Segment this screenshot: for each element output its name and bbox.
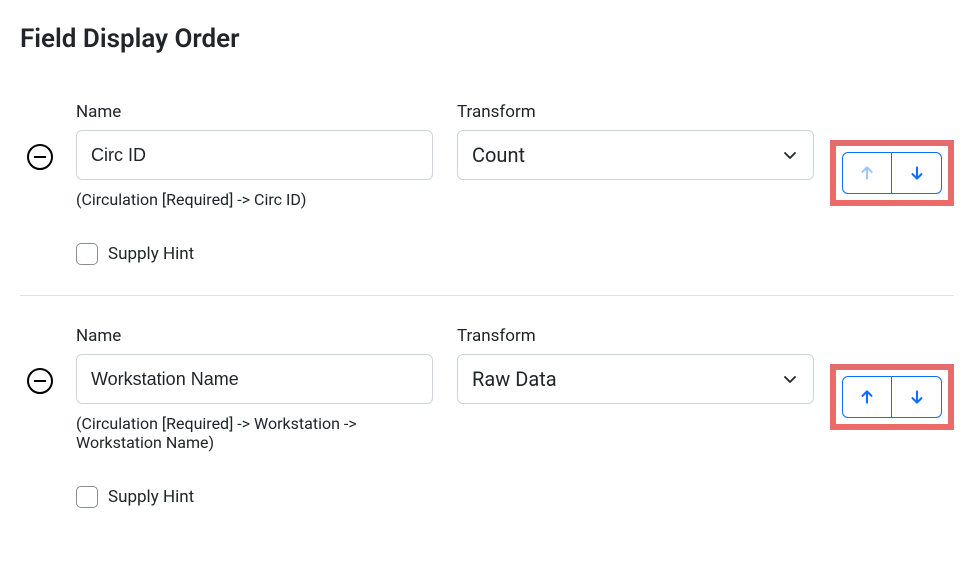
remove-field-button[interactable] [27, 144, 53, 170]
arrow-up-icon [858, 388, 876, 406]
field-row: Name (Circulation [Required] -> Workstat… [20, 295, 954, 538]
field-path: (Circulation [Required] -> Circ ID) [76, 190, 433, 209]
supply-hint-checkbox[interactable] [76, 486, 98, 508]
transform-value: Count [472, 143, 525, 167]
name-input[interactable] [76, 354, 433, 404]
supply-hint-label: Supply Hint [108, 487, 194, 507]
transform-select[interactable]: Raw Data [457, 354, 814, 404]
transform-select[interactable]: Count [457, 130, 814, 180]
remove-field-button[interactable] [27, 368, 53, 394]
name-label: Name [76, 326, 433, 346]
move-up-button[interactable] [842, 152, 892, 194]
arrow-down-icon [908, 388, 926, 406]
transform-value: Raw Data [472, 367, 557, 391]
supply-hint-label: Supply Hint [108, 244, 194, 264]
supply-hint-checkbox[interactable] [76, 243, 98, 265]
move-down-button[interactable] [892, 376, 942, 418]
reorder-highlight [830, 364, 954, 430]
transform-label: Transform [457, 102, 814, 122]
name-label: Name [76, 102, 433, 122]
move-down-button[interactable] [892, 152, 942, 194]
move-up-button[interactable] [842, 376, 892, 418]
page-title: Field Display Order [20, 24, 954, 54]
transform-label: Transform [457, 326, 814, 346]
reorder-highlight [830, 140, 954, 206]
field-row: Name (Circulation [Required] -> Circ ID)… [20, 102, 954, 295]
name-input[interactable] [76, 130, 433, 180]
arrow-down-icon [908, 164, 926, 182]
field-path: (Circulation [Required] -> Workstation -… [76, 414, 433, 452]
arrow-up-icon [858, 164, 876, 182]
